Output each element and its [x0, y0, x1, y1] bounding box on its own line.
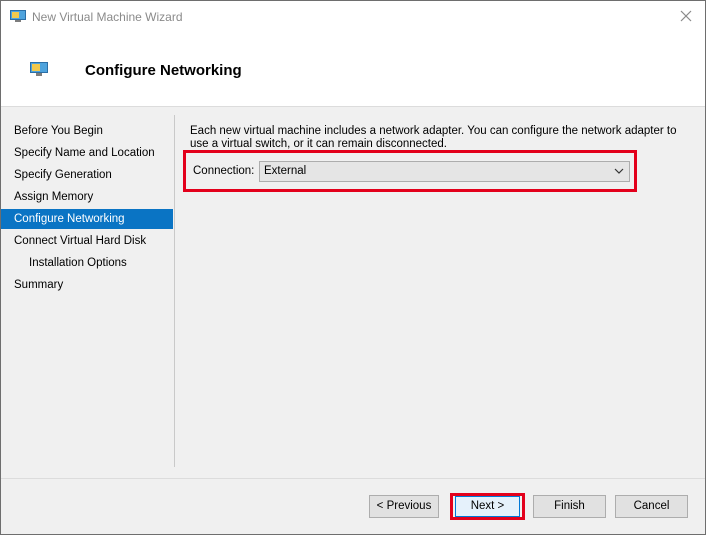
connection-dropdown[interactable]: External	[259, 161, 630, 182]
title-bar: New Virtual Machine Wizard	[1, 1, 705, 33]
window-title: New Virtual Machine Wizard	[32, 10, 183, 24]
finish-button[interactable]: Finish	[533, 495, 606, 518]
wizard-window: New Virtual Machine Wizard Configure Net…	[0, 0, 706, 535]
intro-text: Each new virtual machine includes a netw…	[190, 125, 677, 150]
monitor-icon	[30, 62, 48, 76]
connection-value: External	[264, 165, 307, 177]
next-button-highlight: Next >	[450, 493, 525, 520]
nav-divider	[174, 115, 175, 467]
nav-item-summary[interactable]: Summary	[1, 275, 173, 295]
nav-item-configure-networking[interactable]: Configure Networking	[1, 209, 173, 229]
close-icon[interactable]	[675, 5, 697, 27]
nav-item-installation-options[interactable]: Installation Options	[1, 253, 173, 273]
chevron-down-icon	[614, 168, 624, 174]
wizard-body: Before You Begin Specify Name and Locati…	[1, 106, 705, 534]
monitor-icon	[10, 10, 26, 22]
nav-item-specify-generation[interactable]: Specify Generation	[1, 165, 173, 185]
connection-highlight: Connection: External	[183, 150, 637, 192]
next-button[interactable]: Next >	[455, 496, 520, 517]
content-panel: Each new virtual machine includes a netw…	[183, 125, 690, 192]
page-title: Configure Networking	[85, 62, 242, 79]
wizard-steps-nav: Before You Begin Specify Name and Locati…	[1, 121, 173, 297]
previous-button[interactable]: < Previous	[369, 495, 439, 518]
nav-item-assign-memory[interactable]: Assign Memory	[1, 187, 173, 207]
connection-label: Connection:	[193, 165, 255, 177]
footer-divider	[1, 478, 705, 479]
nav-item-connect-virtual-hard-disk[interactable]: Connect Virtual Hard Disk	[1, 231, 173, 251]
cancel-button[interactable]: Cancel	[615, 495, 688, 518]
wizard-header: Configure Networking	[1, 33, 705, 106]
nav-item-specify-name-location[interactable]: Specify Name and Location	[1, 143, 173, 163]
nav-item-before-you-begin[interactable]: Before You Begin	[1, 121, 173, 141]
